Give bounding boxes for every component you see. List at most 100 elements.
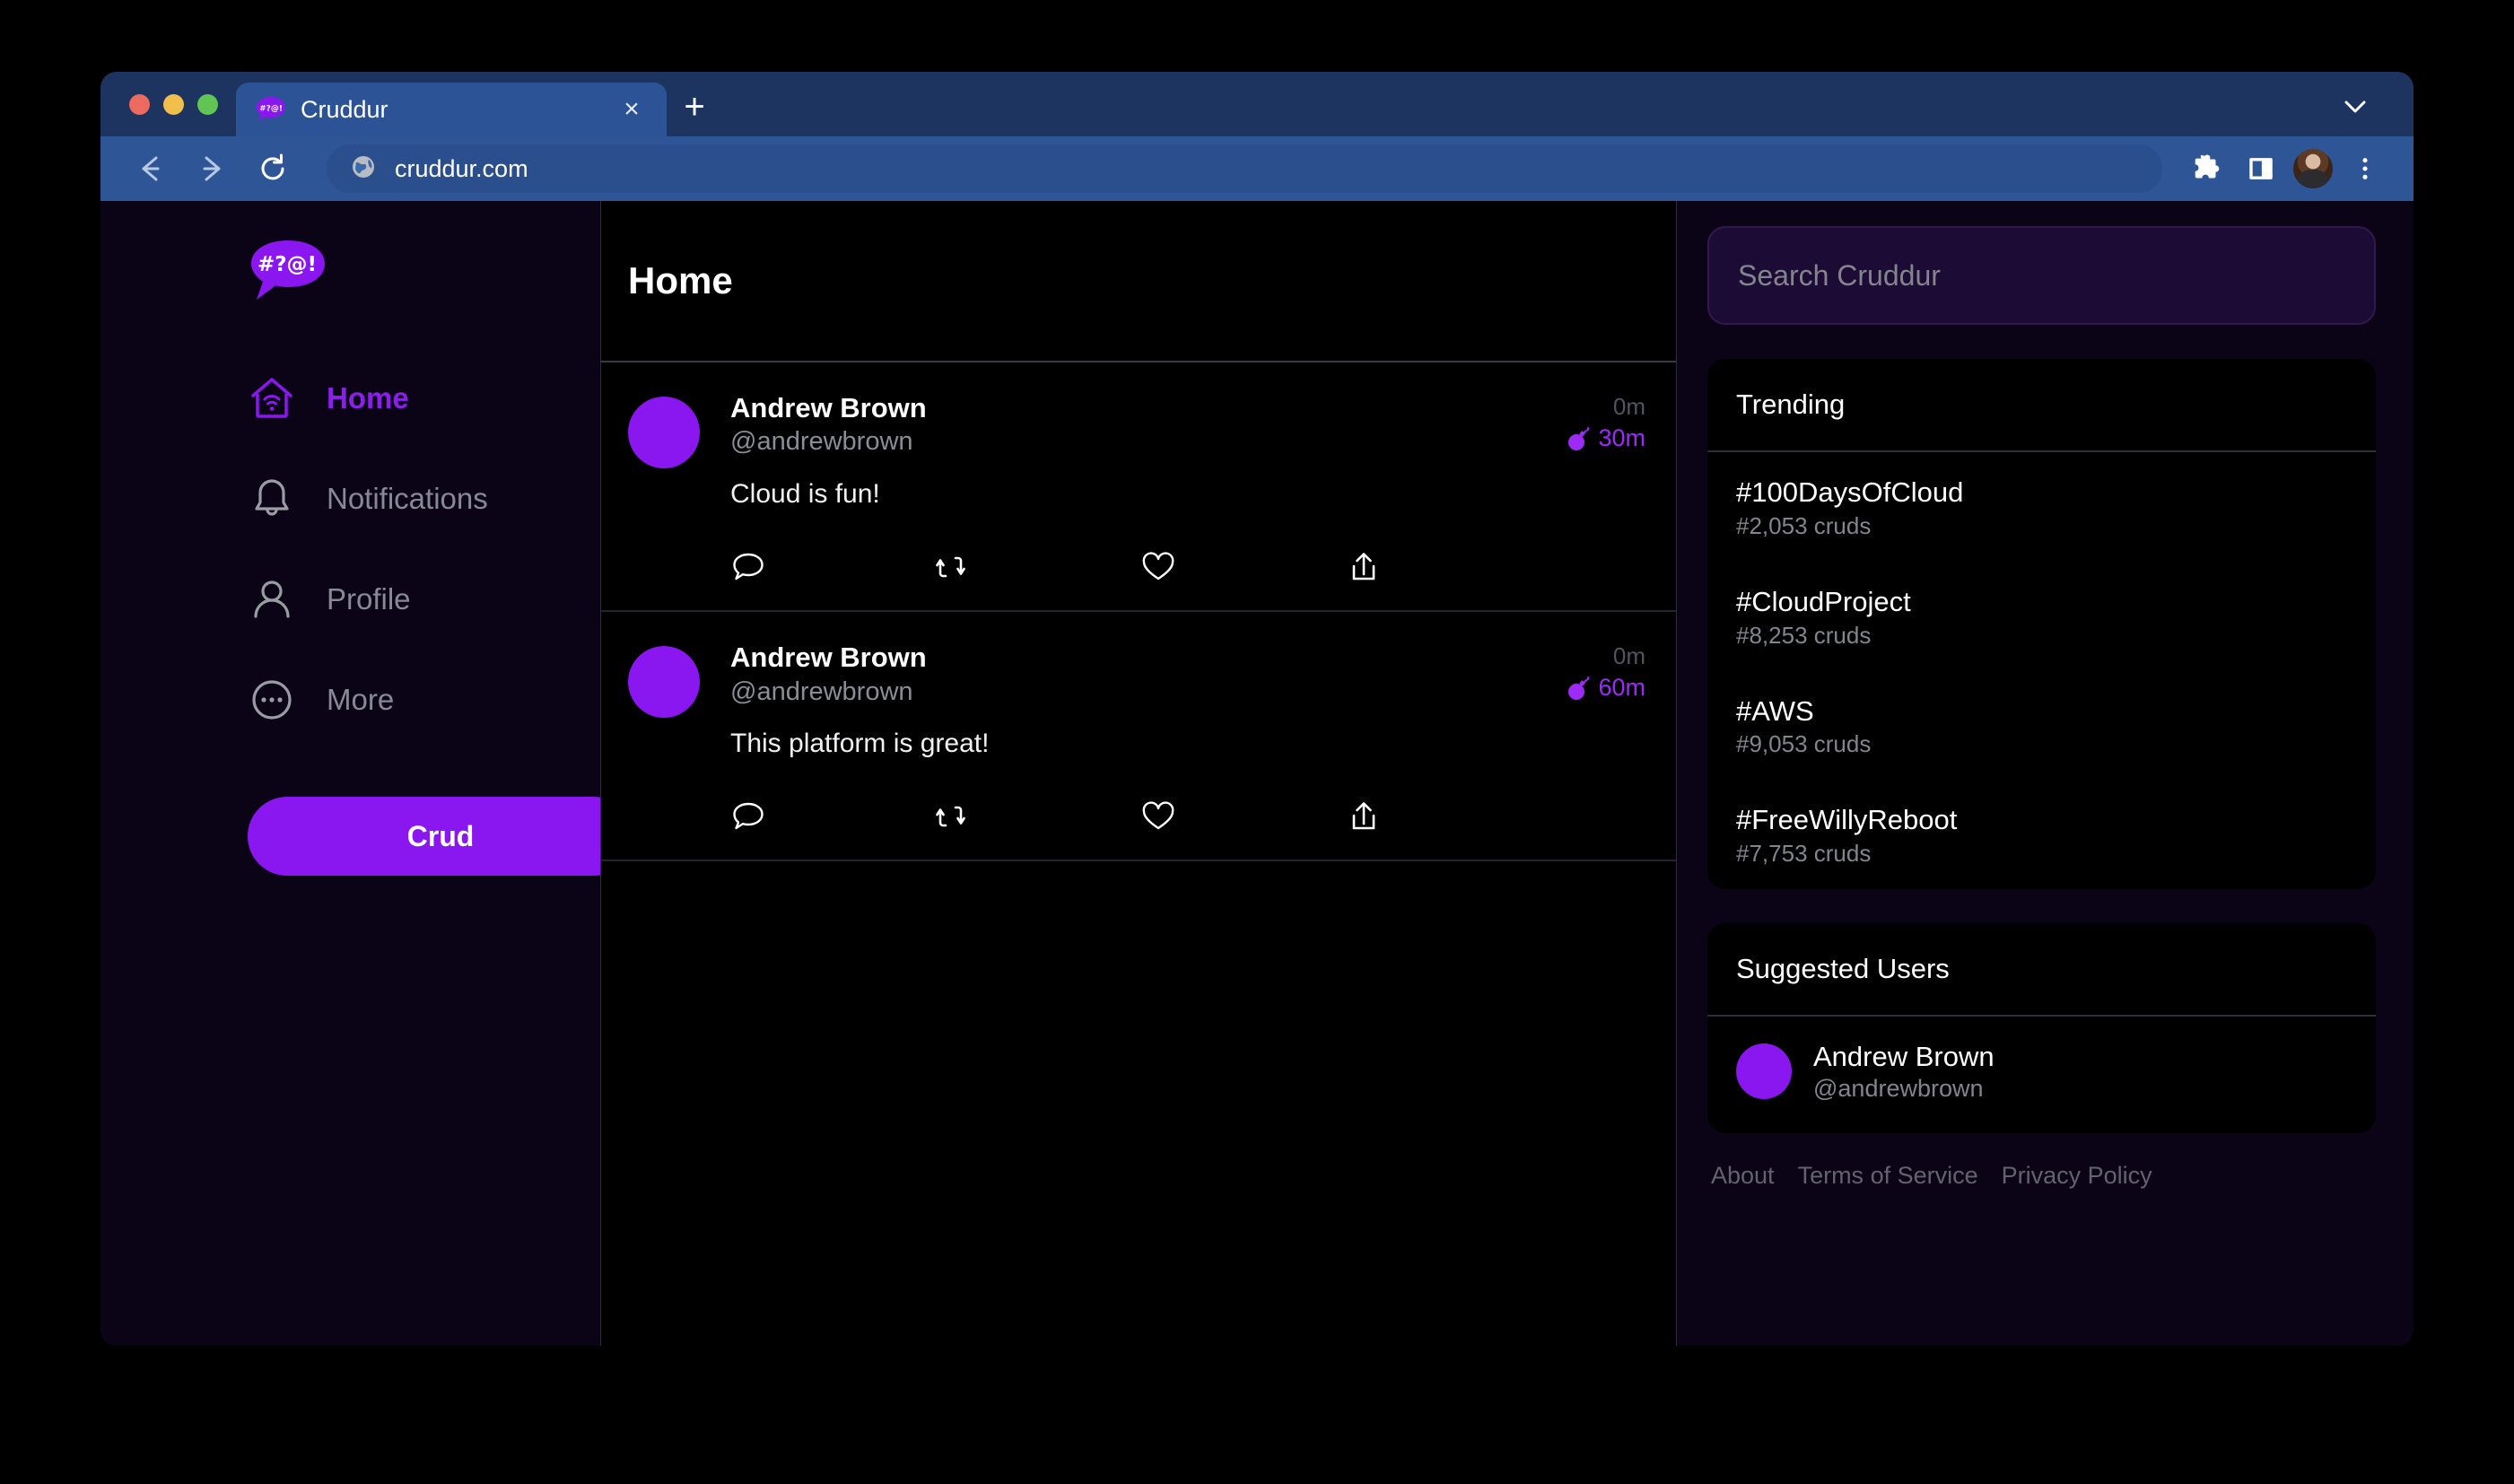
avatar[interactable] — [628, 646, 700, 718]
sidebar-item-notifications[interactable]: Notifications — [100, 449, 600, 549]
bomb-icon — [1566, 426, 1591, 451]
sidebar-item-home[interactable]: Home — [100, 348, 600, 449]
reload-icon[interactable] — [246, 142, 300, 196]
recrud-button[interactable] — [936, 547, 1141, 587]
trending-tag: #CloudProject — [1736, 585, 2347, 620]
sidebar-item-label: More — [327, 683, 394, 717]
window-traffic-lights — [100, 72, 236, 136]
browser-toolbar: cruddur.com — [100, 136, 2414, 201]
trending-panel: Trending #100DaysOfCloud #2,053 cruds #C… — [1707, 359, 2376, 889]
footer-link-terms-of-service[interactable]: Terms of Service — [1798, 1162, 1978, 1190]
cruddur-logo-icon[interactable]: #?@! — [249, 239, 327, 307]
trending-item[interactable]: #CloudProject #8,253 cruds — [1707, 562, 2376, 671]
svg-text:#?@!: #?@! — [258, 253, 317, 276]
activity-meta: 0m 60m — [1566, 642, 1645, 702]
comment-icon — [730, 799, 766, 834]
svg-text:#?@!: #?@! — [259, 105, 283, 114]
trending-count: #8,253 cruds — [1736, 622, 2347, 650]
footer-link-privacy-policy[interactable]: Privacy Policy — [2002, 1162, 2152, 1190]
puzzle-piece-icon[interactable] — [2184, 145, 2230, 192]
activity-feed: Home Andrew Brown @andrewbrown Cloud is … — [600, 201, 1677, 1346]
trending-item[interactable]: #FreeWillyReboot #7,753 cruds — [1707, 780, 2376, 889]
trending-count: #7,753 cruds — [1736, 840, 2347, 868]
left-sidebar: #?@! Home — [100, 201, 600, 1346]
browser-profile-avatar[interactable] — [2291, 147, 2335, 190]
like-button[interactable] — [1140, 547, 1346, 587]
suggested-users-panel: Suggested Users Andrew Brown @andrewbrow… — [1707, 923, 2376, 1133]
cruddur-speech-bubble-icon: #?@! — [256, 96, 286, 123]
suggested-user-item[interactable]: Andrew Brown @andrewbrown — [1707, 1017, 2376, 1133]
heart-icon — [1140, 549, 1176, 585]
retweet-icon — [936, 549, 972, 585]
footer-link-about[interactable]: About — [1711, 1162, 1775, 1190]
activity-display-name: Andrew Brown — [730, 391, 1649, 425]
three-dot-menu-icon[interactable] — [2342, 145, 2388, 192]
activity-message: This platform is great! — [730, 729, 1649, 759]
reply-button[interactable] — [730, 797, 936, 836]
share-icon — [1346, 799, 1382, 834]
trending-tag: #100DaysOfCloud — [1736, 476, 2347, 511]
globe-icon — [350, 153, 377, 185]
cruddur-app: #?@! Home — [100, 201, 2414, 1346]
activity-expires-at: 60m — [1598, 674, 1645, 702]
browser-window: #?@! Cruddur × + — [100, 72, 2414, 1346]
address-bar-url: cruddur.com — [395, 155, 528, 183]
reply-button[interactable] — [730, 547, 936, 587]
recrud-button[interactable] — [936, 797, 1141, 836]
share-button[interactable] — [1346, 797, 1551, 836]
feed-header: Home — [601, 201, 1676, 362]
minimize-window-button[interactable] — [163, 94, 184, 115]
forward-arrow-icon[interactable] — [185, 142, 239, 196]
share-icon — [1346, 549, 1382, 585]
share-button[interactable] — [1346, 547, 1551, 587]
activity-content: Andrew Brown @andrewbrown Cloud is fun! — [730, 391, 1649, 587]
sidebar-item-label: Notifications — [327, 482, 488, 516]
browser-tab-strip: #?@! Cruddur × + — [100, 72, 2414, 136]
activity-message: Cloud is fun! — [730, 479, 1649, 510]
activity-expires-at: 30m — [1598, 424, 1645, 452]
right-sidebar: Trending #100DaysOfCloud #2,053 cruds #C… — [1677, 201, 2414, 1346]
new-tab-button[interactable]: + — [667, 79, 722, 135]
bomb-icon — [1566, 676, 1591, 701]
activity-actions — [730, 547, 1649, 587]
activity-handle: @andrewbrown — [730, 676, 1649, 710]
heart-icon — [1140, 799, 1176, 834]
person-icon — [248, 575, 296, 624]
address-bar[interactable]: cruddur.com — [327, 144, 2162, 193]
home-wifi-icon — [248, 374, 296, 423]
suggested-user-handle: @andrewbrown — [1813, 1075, 1995, 1103]
trending-tag: #FreeWillyReboot — [1736, 803, 2347, 838]
trending-count: #9,053 cruds — [1736, 730, 2347, 758]
browser-tab-title: Cruddur — [301, 96, 616, 124]
activity-content: Andrew Brown @andrewbrown This platform … — [730, 641, 1649, 836]
close-icon[interactable]: × — [616, 96, 647, 123]
activity-handle: @andrewbrown — [730, 425, 1649, 459]
trending-count: #2,053 cruds — [1736, 512, 2347, 540]
retweet-icon — [936, 799, 972, 834]
activity-item[interactable]: Andrew Brown @andrewbrown This platform … — [601, 612, 1676, 861]
close-window-button[interactable] — [129, 94, 150, 115]
maximize-window-button[interactable] — [197, 94, 218, 115]
avatar — [1736, 1043, 1792, 1099]
like-button[interactable] — [1140, 797, 1346, 836]
activity-expires-at-wrap: 60m — [1566, 674, 1645, 702]
suggested-user-text: Andrew Brown @andrewbrown — [1813, 1040, 1995, 1103]
side-panel-icon[interactable] — [2238, 145, 2284, 192]
sidebar-item-profile[interactable]: Profile — [100, 549, 600, 650]
crud-button[interactable]: Crud — [248, 797, 633, 876]
suggested-users-heading: Suggested Users — [1707, 923, 2376, 1017]
browser-tab-cruddur[interactable]: #?@! Cruddur × — [236, 83, 667, 136]
trending-item[interactable]: #100DaysOfCloud #2,053 cruds — [1707, 452, 2376, 562]
sidebar-item-label: Profile — [327, 582, 411, 616]
ellipsis-circle-icon — [248, 676, 296, 724]
page-title: Home — [628, 259, 733, 302]
avatar[interactable] — [628, 397, 700, 468]
activity-item[interactable]: Andrew Brown @andrewbrown Cloud is fun! — [601, 362, 1676, 612]
sidebar-item-more[interactable]: More — [100, 650, 600, 750]
search-input[interactable] — [1738, 259, 2345, 292]
trending-item[interactable]: #AWS #9,053 cruds — [1707, 671, 2376, 781]
activity-created-at: 0m — [1566, 393, 1645, 421]
search-box[interactable] — [1707, 226, 2376, 325]
chevron-down-icon[interactable] — [2340, 92, 2370, 122]
back-arrow-icon[interactable] — [124, 142, 178, 196]
